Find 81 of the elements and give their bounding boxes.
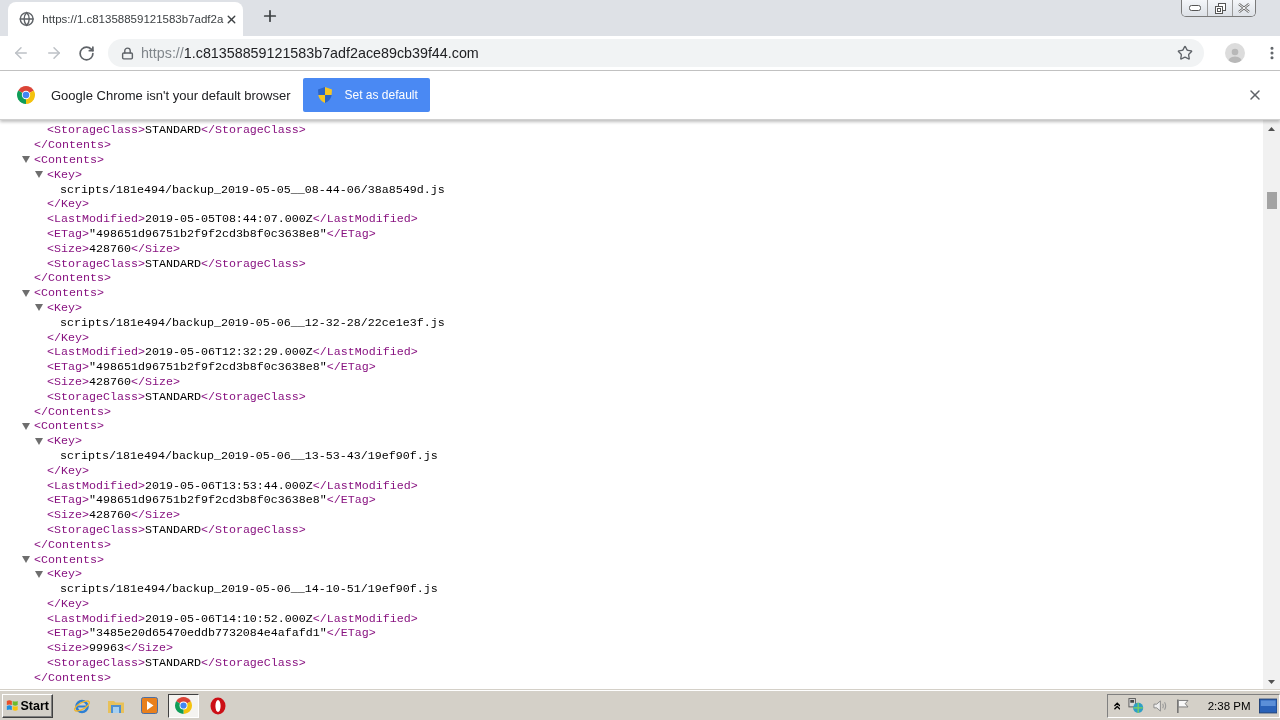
triangle-up-icon — [1268, 126, 1275, 131]
expand-triangle-icon[interactable] — [22, 289, 30, 297]
xml-element-line: <StorageClass>STANDARD</StorageClass> — [47, 389, 306, 404]
globe-icon — [19, 11, 35, 27]
round-logo-icon — [17, 86, 35, 104]
xml-text: scripts/181e494/backup_2019-05-06__13-53-43/19ef90f.js — [60, 448, 438, 463]
xml-tag: <Key> — [47, 300, 82, 315]
xml-tag: <Contents> — [34, 286, 104, 301]
xml-tag: </Contents> — [34, 271, 111, 286]
xml-tag: <Contents> — [34, 153, 104, 167]
scrollbar-thumb[interactable] — [1266, 192, 1277, 209]
play-icon — [141, 697, 158, 714]
expand-triangle-icon[interactable] — [35, 570, 43, 578]
xml-element-line: <Size>99963</Size> — [47, 641, 173, 656]
xml-element-line: <Size>428760</Size> — [47, 241, 180, 256]
expand-triangle-icon[interactable] — [22, 156, 30, 164]
xml-tag: <Contents> — [34, 552, 104, 567]
xml-element-line: <ETag>"498651d96751b2f9f2cd3b8f0c3638e8"</ETag> — [47, 226, 376, 241]
xml-element-line: <StorageClass>STANDARD</StorageClass> — [47, 656, 306, 671]
xml-tag: </Key> — [47, 463, 89, 478]
xml-tag: </Contents> — [34, 138, 111, 153]
scrollbar[interactable] — [1263, 120, 1280, 690]
xml-tag: </Key> — [47, 197, 89, 212]
xml-text: scripts/181e494/backup_2019-05-06__14-10-51/19ef90f.js — [60, 582, 438, 597]
xml-element-line: <LastModified>2019-05-06T13:53:44.000Z</LastModified> — [47, 478, 418, 493]
network-icon — [1128, 697, 1146, 714]
xml-tag: </Contents> — [34, 537, 111, 552]
infobar-message: Google Chrome isn't your default browser — [51, 87, 291, 103]
xml-element-line: <ETag>"498651d96751b2f9f2cd3b8f0c3638e8"</ETag> — [47, 493, 376, 508]
browser-tab[interactable]: https://1.c81358859121583b7adf2a — [8, 2, 243, 36]
xml-tag: </Key> — [47, 330, 89, 345]
restore-button[interactable] — [1207, 0, 1232, 16]
xml-tag: </Contents> — [34, 670, 111, 685]
speaker-icon — [1153, 698, 1168, 713]
expand-triangle-icon[interactable] — [22, 556, 30, 563]
xml-element-line: <ETag>"498651d96751b2f9f2cd3b8f0c3638e8"</ETag> — [47, 360, 376, 375]
expand-triangle-icon[interactable] — [35, 171, 43, 179]
xml-element-line: <StorageClass>STANDARD</StorageClass> — [47, 256, 306, 271]
xml-tag: <Key> — [47, 167, 82, 182]
close-icon — [1238, 3, 1250, 13]
xml-tag: <Contents> — [34, 419, 104, 434]
taskbar-button[interactable] — [168, 693, 199, 718]
expand-triangle-icon[interactable] — [35, 304, 43, 312]
xml-tag: <Key> — [47, 567, 82, 582]
minimize-icon — [1188, 5, 1201, 11]
xml-element-line: <LastModified>2019-05-06T14:10:52.000Z</LastModified> — [47, 611, 418, 626]
expand-triangle-icon[interactable] — [35, 437, 43, 445]
xml-tag: <Key> — [47, 434, 82, 449]
desktop-icon[interactable] — [1258, 697, 1277, 714]
xml-text: scripts/181e494/backup_2019-05-06__12-32-28/22ce1e3f.js — [60, 315, 445, 330]
reload-icon — [78, 44, 96, 62]
xml-text: scripts/181e494/backup_2019-05-05__08-44-06/38a8549d.js — [60, 182, 445, 197]
flag-icon — [1175, 697, 1190, 714]
avatar-icon — [1228, 47, 1242, 63]
xml-element-line: <ETag>"3485e20d65470eddb7732084e4afafd1"</ETag> — [47, 626, 376, 641]
chevron-up-icon — [1114, 701, 1121, 710]
xml-element-line: <Size>428760</Size> — [47, 374, 180, 389]
minimize-button[interactable] — [1182, 0, 1207, 16]
round-logo-icon — [175, 697, 192, 714]
start-button[interactable]: Start — [2, 693, 53, 718]
xml-tag: </Contents> — [34, 404, 111, 419]
star-icon — [1177, 45, 1193, 61]
address-bar[interactable]: https://1.c81358859121583b7adf2ace89cb39f44.com — [107, 39, 1204, 67]
xml-element-line: <LastModified>2019-05-06T12:32:29.000Z</LastModified> — [47, 345, 418, 360]
lock-icon — [120, 46, 134, 60]
close-icon — [1247, 87, 1263, 103]
clock-text: 2:38 PM — [1207, 699, 1251, 712]
restore-icon — [1214, 2, 1226, 14]
shield-icon — [318, 87, 333, 103]
flag-logo-icon — [6, 698, 19, 713]
xml-element-line: <StorageClass>STANDARD</StorageClass> — [47, 522, 306, 537]
close-window-button[interactable] — [1232, 0, 1255, 16]
triangle-down-icon — [1268, 679, 1275, 684]
url-text: https://1.c81358859121583b7adf2ace89cb39f44.com — [140, 45, 479, 61]
xml-tag: </Key> — [47, 596, 89, 611]
xml-element-line: <LastModified>2019-05-05T08:44:07.000Z</LastModified> — [47, 212, 418, 227]
bookmark-star-button[interactable] — [1176, 44, 1194, 62]
expand-triangle-icon[interactable] — [22, 422, 30, 430]
oval-ring-icon — [209, 696, 226, 715]
xml-element-line: <Size>428760</Size> — [47, 508, 180, 523]
xml-element-line: <StorageClass>STANDARD</StorageClass> — [47, 123, 306, 138]
